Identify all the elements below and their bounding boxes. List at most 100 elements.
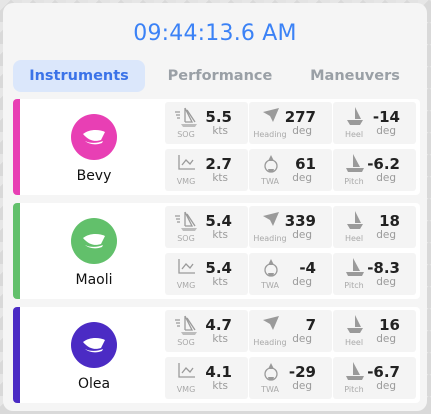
boat-hull-icon: [71, 218, 117, 264]
metric-label: Pitch: [344, 281, 364, 290]
metric-value: 5.5: [205, 108, 232, 126]
boat-card[interactable]: Bevy SOG 5.5 kts Heading 277 deg Heel -14 deg VMG 2…: [13, 99, 420, 195]
tab-instruments[interactable]: Instruments: [13, 60, 145, 92]
metric-label: VMG: [176, 281, 196, 290]
metric-value: 5.4: [205, 212, 232, 230]
metric-heading: Heading 7 deg: [249, 310, 332, 352]
boat-name: Maoli: [75, 272, 113, 288]
metric-value: -8.3: [367, 259, 400, 277]
metric-label: TWA: [261, 385, 279, 394]
metric-label: VMG: [176, 177, 196, 186]
metric-label: Heading: [253, 234, 287, 243]
sailboat-speed-icon: [173, 210, 201, 232]
metric-heading: Heading 277 deg: [249, 102, 332, 144]
pitch-icon: [341, 361, 369, 383]
sailboat-speed-icon: [173, 314, 201, 336]
metric-value: 7: [305, 316, 316, 334]
metric-unit: deg: [292, 380, 312, 392]
metric-value: 2.7: [205, 155, 232, 173]
metric-value: -29: [288, 363, 316, 381]
metric-sog: SOG 5.5 kts: [165, 102, 248, 144]
metric-value: 18: [379, 212, 400, 230]
metric-value: 4.7: [205, 316, 232, 334]
metric-value: -14: [372, 108, 400, 126]
metric-value: 5.4: [205, 259, 232, 277]
metric-unit: deg: [292, 276, 312, 288]
wind-angle-icon: [257, 361, 285, 383]
metric-value: -6.2: [367, 155, 400, 173]
pitch-icon: [341, 153, 369, 175]
metric-label: Heel: [344, 338, 364, 347]
metric-heel: Heel 16 deg: [333, 310, 416, 352]
heading-arrow-icon: [257, 210, 285, 232]
metric-twa: TWA -29 deg: [249, 357, 332, 399]
metric-unit: kts: [212, 276, 228, 288]
metric-unit: deg: [292, 172, 312, 184]
metric-value: 4.1: [205, 363, 232, 381]
instruments-panel: 09:44:13.6 AM Instruments Performance Ma…: [3, 3, 427, 411]
metric-label: Heading: [253, 338, 287, 347]
pitch-icon: [341, 257, 369, 279]
metric-unit: deg: [376, 276, 396, 288]
wind-angle-icon: [257, 153, 285, 175]
metric-twa: TWA 61 deg: [249, 149, 332, 191]
metric-unit: deg: [376, 333, 396, 345]
metric-unit: kts: [212, 380, 228, 392]
metric-unit: kts: [212, 333, 228, 345]
metric-unit: deg: [376, 125, 396, 137]
metric-twa: TWA -4 deg: [249, 253, 332, 295]
heading-arrow-icon: [257, 314, 285, 336]
metric-vmg: VMG 5.4 kts: [165, 253, 248, 295]
metric-unit: deg: [376, 229, 396, 241]
wind-angle-icon: [257, 257, 285, 279]
metric-label: VMG: [176, 385, 196, 394]
metric-value: 277: [284, 108, 316, 126]
metric-unit: deg: [376, 172, 396, 184]
clock-display: 09:44:13.6 AM: [133, 21, 297, 46]
metric-value: -4: [299, 259, 316, 277]
metric-value: -6.7: [367, 363, 400, 381]
metric-pitch: Pitch -6.2 deg: [333, 149, 416, 191]
metric-label: Pitch: [344, 177, 364, 186]
metric-value: 339: [284, 212, 316, 230]
metric-sog: SOG 4.7 kts: [165, 310, 248, 352]
vmg-chart-icon: [173, 153, 201, 175]
boat-hull-icon: [71, 114, 117, 160]
boat-hull-icon: [71, 322, 117, 368]
metric-sog: SOG 5.4 kts: [165, 206, 248, 248]
sailboat-speed-icon: [173, 106, 201, 128]
metric-heel: Heel -14 deg: [333, 102, 416, 144]
metric-heel: Heel 18 deg: [333, 206, 416, 248]
metric-unit: kts: [212, 172, 228, 184]
tab-bar: Instruments Performance Maneuvers: [13, 60, 417, 93]
metric-heading: Heading 339 deg: [249, 206, 332, 248]
metric-vmg: VMG 4.1 kts: [165, 357, 248, 399]
metric-unit: deg: [292, 333, 312, 345]
boat-card[interactable]: Olea SOG 4.7 kts Heading 7 deg Heel 16 deg VMG 4.1 k…: [13, 307, 420, 403]
metric-label: TWA: [261, 281, 279, 290]
metric-label: SOG: [177, 338, 195, 347]
boat-name: Olea: [77, 376, 111, 392]
metric-label: Heading: [253, 130, 287, 139]
boat-color-bar: [13, 99, 20, 195]
metric-label: TWA: [261, 177, 279, 186]
boat-color-bar: [13, 307, 20, 403]
metric-label: Pitch: [344, 385, 364, 394]
metric-unit: deg: [292, 229, 312, 241]
heel-icon: [341, 210, 369, 232]
metric-pitch: Pitch -6.7 deg: [333, 357, 416, 399]
metric-unit: deg: [376, 380, 396, 392]
tab-performance[interactable]: Performance: [156, 60, 284, 92]
tab-maneuvers[interactable]: Maneuvers: [293, 60, 417, 92]
metric-label: Heel: [344, 234, 364, 243]
metric-unit: kts: [212, 229, 228, 241]
metric-label: SOG: [177, 130, 195, 139]
metric-value: 16: [379, 316, 400, 334]
metric-unit: deg: [292, 125, 312, 137]
boat-name: Bevy: [76, 168, 112, 184]
metric-unit: kts: [212, 125, 228, 137]
heel-icon: [341, 314, 369, 336]
boat-card[interactable]: Maoli SOG 5.4 kts Heading 339 deg Heel 18 deg VMG 5…: [13, 203, 420, 299]
heading-arrow-icon: [257, 106, 285, 128]
metric-pitch: Pitch -8.3 deg: [333, 253, 416, 295]
